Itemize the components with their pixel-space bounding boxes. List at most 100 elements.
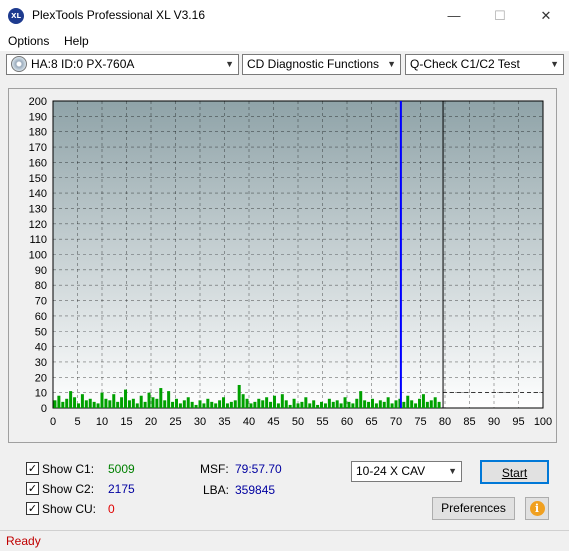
c1-bar — [198, 400, 202, 408]
close-button[interactable]: ✕ — [523, 0, 569, 31]
c1-bar — [374, 403, 378, 408]
maximize-button[interactable]: ☐ — [477, 0, 523, 31]
y-tick-label: 130 — [29, 203, 47, 215]
function-select[interactable]: CD Diagnostic Functions ▼ — [242, 54, 401, 75]
x-tick-label: 80 — [439, 416, 451, 428]
y-tick-label: 200 — [29, 96, 47, 108]
show-cu-checkbox[interactable]: ✓ — [26, 502, 39, 515]
c1-bar — [320, 401, 324, 408]
show-c1-checkbox[interactable]: ✓ — [26, 462, 39, 475]
info-icon: i — [529, 501, 545, 516]
c1-bar — [437, 401, 441, 408]
preferences-button-label: Preferences — [441, 501, 506, 515]
c1-bar — [73, 397, 77, 408]
drive-select[interactable]: HA:8 ID:0 PX-760A ▼ — [6, 54, 239, 75]
c1-bar — [339, 403, 343, 408]
speed-select[interactable]: 10-24 X CAV ▼ — [351, 461, 462, 482]
c1-bar — [116, 401, 120, 408]
preferences-button[interactable]: Preferences — [432, 497, 515, 520]
c1-bar — [159, 388, 163, 408]
x-tick-label: 15 — [120, 416, 132, 428]
app-logo-icon: XL — [8, 8, 24, 24]
x-tick-label: 50 — [292, 416, 304, 428]
y-tick-label: 150 — [29, 173, 47, 185]
c1-bar — [237, 384, 241, 408]
c1-bar — [210, 401, 214, 408]
c1-bar — [421, 394, 425, 408]
y-tick-label: 40 — [35, 342, 47, 354]
c1-bar — [410, 400, 414, 408]
c1-bar — [76, 403, 80, 408]
x-tick-label: 100 — [534, 416, 552, 428]
y-tick-label: 90 — [35, 265, 47, 277]
msf-value: 79:57.70 — [235, 462, 282, 476]
x-tick-label: 75 — [414, 416, 426, 428]
c1-bar — [335, 400, 339, 408]
c1-bar — [390, 403, 394, 408]
c1-bar — [363, 400, 367, 408]
y-tick-label: 50 — [35, 326, 47, 338]
speed-select-value: 10-24 X CAV — [356, 464, 426, 478]
c1-bar — [53, 400, 57, 408]
window-title: PlexTools Professional XL V3.16 — [32, 8, 205, 22]
c1-bar — [359, 391, 363, 408]
c1-bar — [253, 401, 257, 408]
lba-value: 359845 — [235, 483, 276, 497]
status-bar: Ready — [0, 530, 569, 551]
c1-bar — [331, 401, 335, 408]
menu-bar: Options Help — [0, 31, 569, 51]
x-tick-label: 40 — [243, 416, 255, 428]
c1-bar — [418, 398, 422, 408]
c1-bar — [131, 398, 135, 408]
start-button[interactable]: Start — [480, 460, 549, 484]
c1-bar — [288, 404, 292, 408]
test-select[interactable]: Q-Check C1/C2 Test ▼ — [405, 54, 564, 75]
c1-bar — [143, 401, 147, 408]
info-button[interactable]: i — [525, 497, 549, 520]
y-tick-label: 160 — [29, 157, 47, 169]
c1-bar — [206, 398, 210, 408]
disc-icon — [11, 55, 27, 72]
c1-bar — [402, 401, 406, 408]
c1-bar — [233, 400, 237, 408]
c1-bar — [182, 400, 186, 408]
c1-bar — [104, 398, 108, 408]
c1-bar — [194, 404, 198, 408]
c1-bar — [120, 397, 124, 408]
menu-help[interactable]: Help — [64, 34, 89, 48]
x-tick-label: 35 — [218, 416, 230, 428]
chevron-down-icon: ▼ — [387, 59, 396, 69]
y-tick-label: 100 — [29, 250, 47, 262]
y-tick-label: 190 — [29, 111, 47, 123]
c1-bar — [202, 403, 206, 408]
menu-options[interactable]: Options — [8, 34, 49, 48]
c1-bar — [127, 400, 131, 408]
c1-bar — [343, 397, 347, 408]
c1-bar — [316, 404, 320, 408]
c1-bar — [225, 403, 229, 408]
c1-bar — [88, 398, 92, 408]
c1-bar — [80, 394, 84, 408]
x-tick-label: 20 — [145, 416, 157, 428]
c1-bar — [272, 395, 276, 408]
minimize-button[interactable]: — — [431, 0, 477, 31]
y-tick-label: 180 — [29, 127, 47, 139]
c1c2-chart: 0102030405060708090100110120130140150160… — [29, 96, 553, 428]
c1-bar — [370, 398, 374, 408]
y-tick-label: 170 — [29, 142, 47, 154]
c1-bar — [245, 398, 249, 408]
y-tick-label: 110 — [29, 234, 47, 246]
c1-bar — [265, 397, 269, 408]
show-c2-checkbox[interactable]: ✓ — [26, 482, 39, 495]
x-tick-label: 95 — [512, 416, 524, 428]
y-tick-label: 0 — [41, 403, 47, 415]
x-tick-label: 10 — [96, 416, 108, 428]
c1-bar — [300, 401, 304, 408]
c1-bar — [406, 395, 410, 408]
c1-bar — [135, 403, 139, 408]
y-tick-label: 60 — [35, 311, 47, 323]
x-tick-label: 55 — [316, 416, 328, 428]
c1-bar — [433, 397, 437, 408]
x-tick-label: 70 — [390, 416, 402, 428]
c1-bar — [84, 400, 88, 408]
